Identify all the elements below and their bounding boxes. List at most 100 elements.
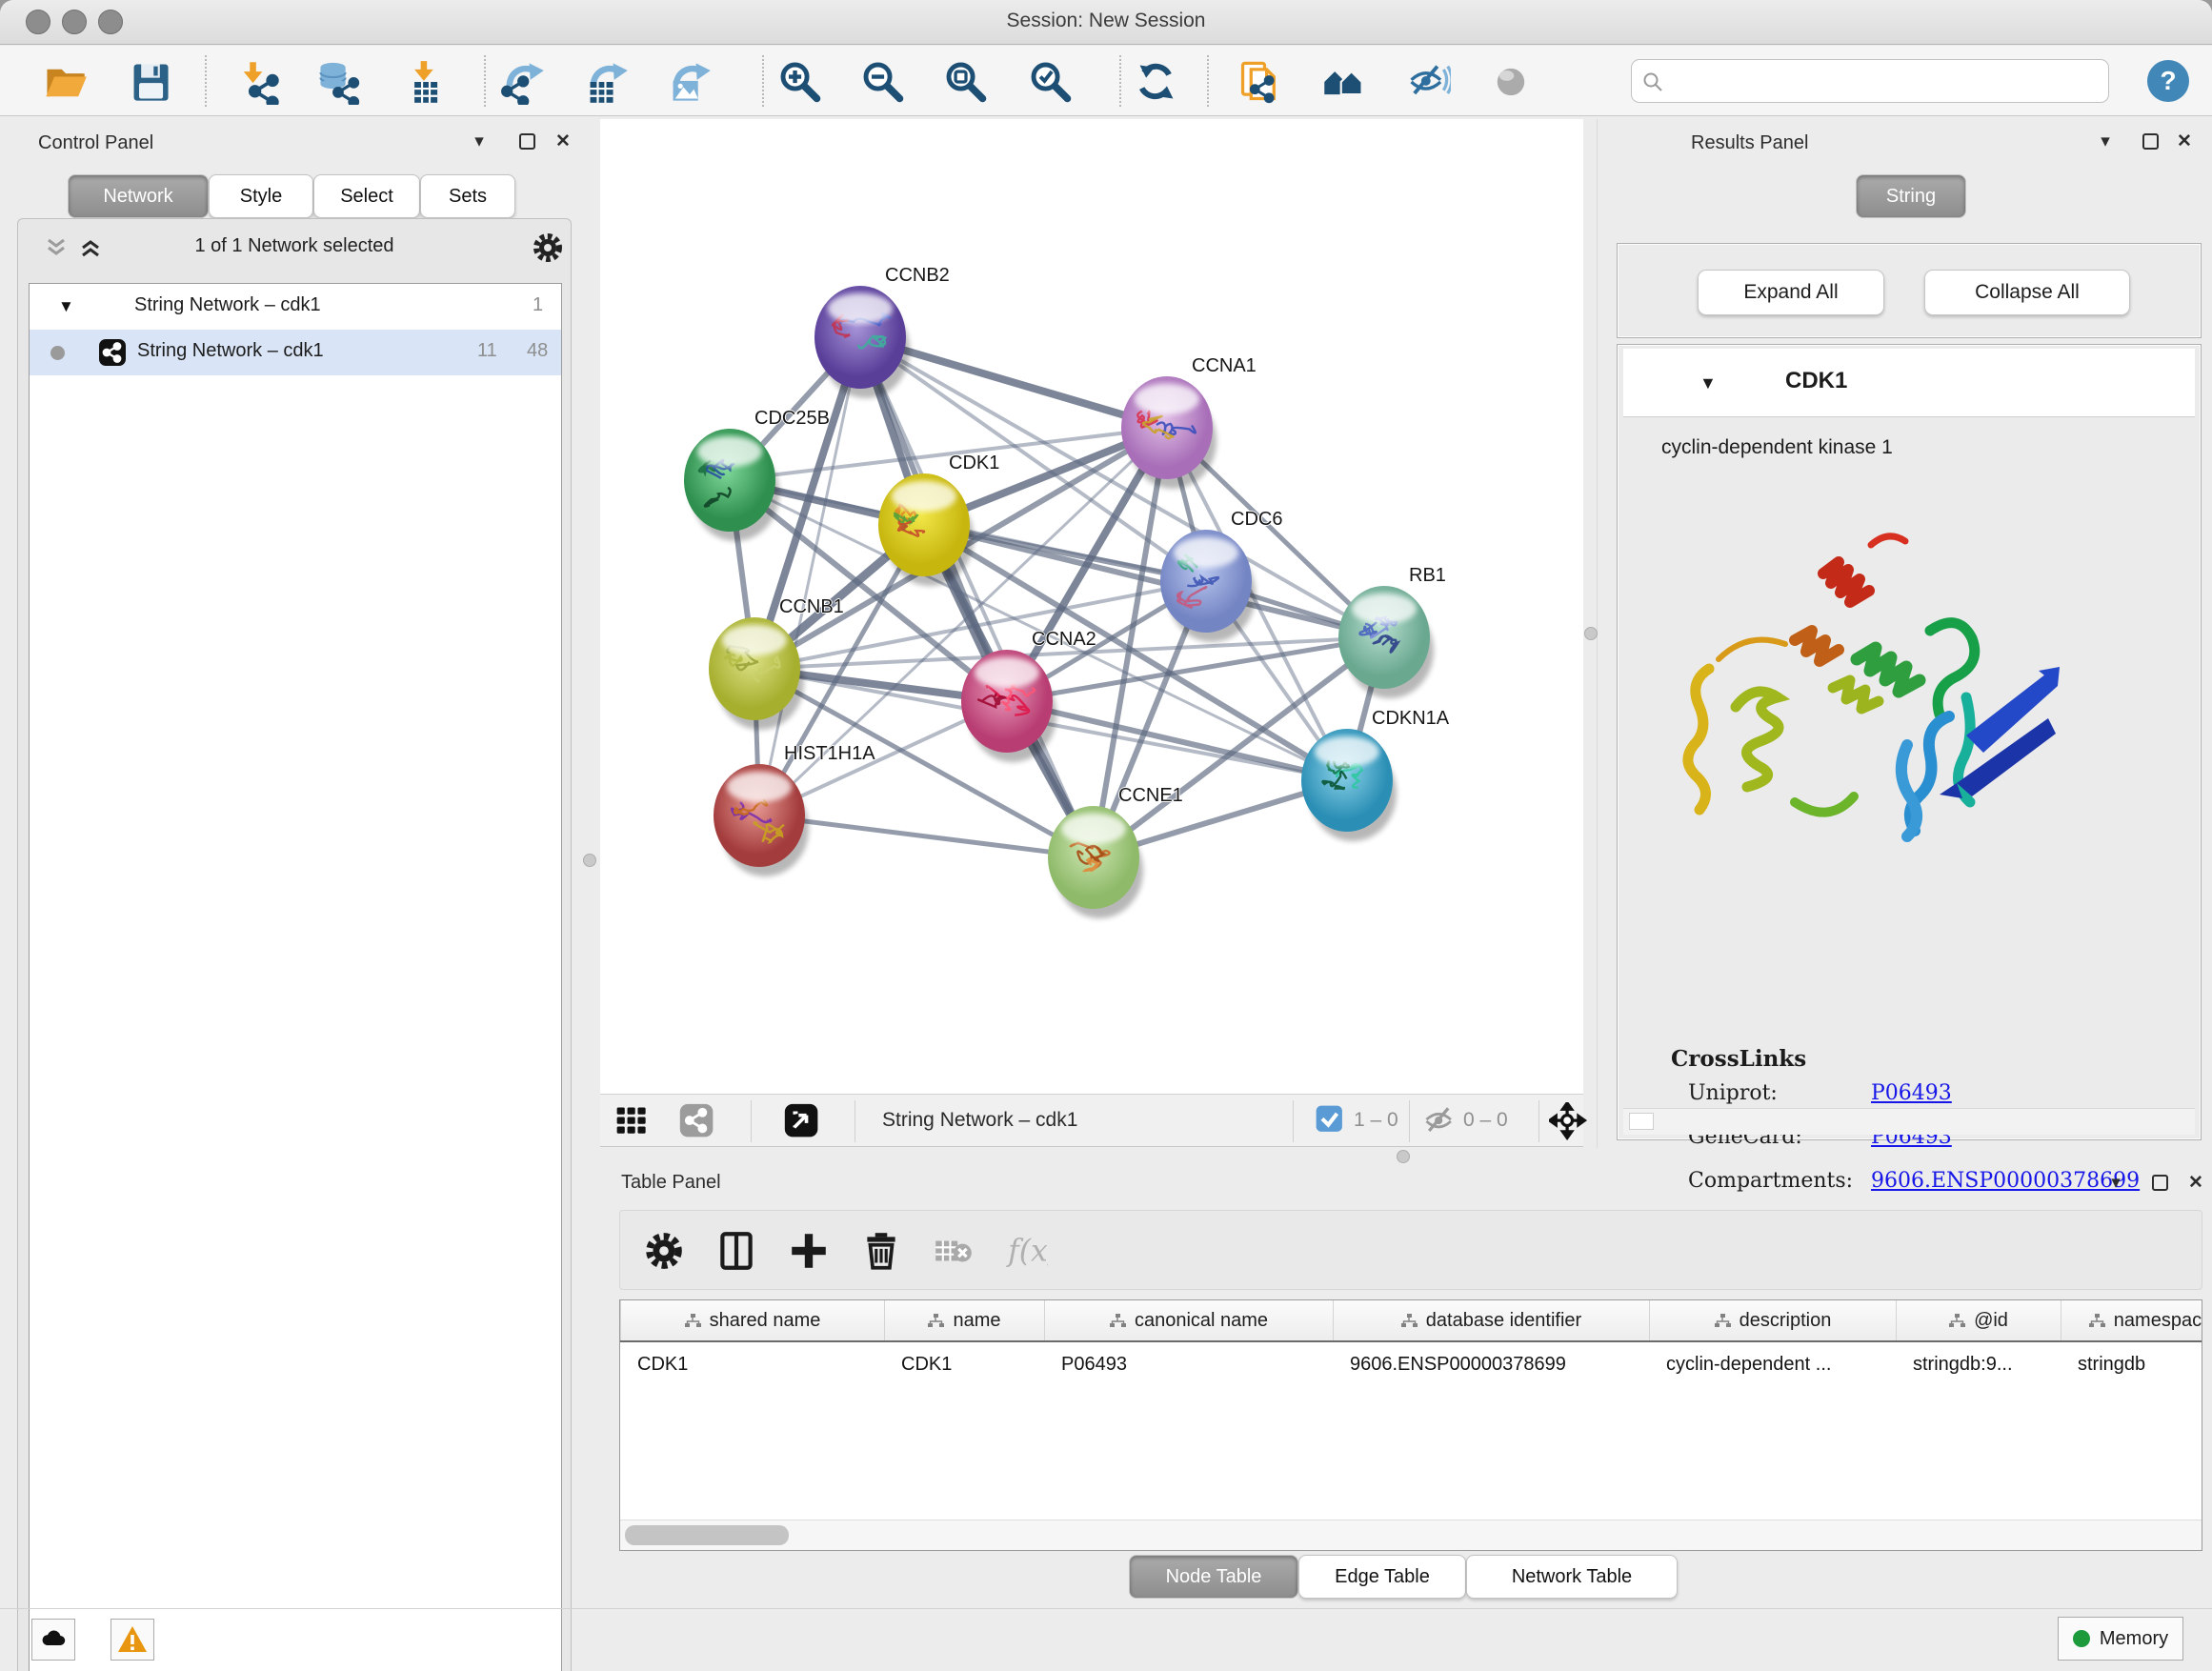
control-panel-float-button[interactable]: ▾ [465,127,493,155]
add-row-button[interactable] [786,1228,832,1274]
export-image-button[interactable] [666,58,714,106]
splitter-handle[interactable] [1584,627,1598,640]
tab-style[interactable]: Style [209,174,313,218]
network-canvas[interactable]: CCNB2CCNA1CDC25BCDK1CDC6RB1CCNB1CCNA2CDK… [600,119,1583,1094]
import-table-button[interactable] [401,58,449,106]
search-icon [1641,70,1664,93]
cloud-button[interactable] [31,1619,75,1661]
table-panel-maximize-button[interactable] [2145,1168,2174,1197]
zoom-in-button[interactable] [776,58,824,106]
network-view-toolbar: String Network – cdk1 1 – 0 0 – 0 [600,1094,1583,1147]
network-node-CCNB2[interactable] [814,286,910,398]
table-panel-close-button[interactable]: ✕ [2182,1168,2210,1197]
network-node-CDKN1A[interactable] [1301,729,1397,841]
help-icon: ? [2145,58,2191,104]
svg-text:f(x): f(x) [1006,1234,1048,1268]
delete-row-button[interactable] [858,1228,904,1274]
gear-button[interactable] [641,1228,687,1274]
column-header-namespace[interactable]: namespace [2061,1300,2202,1340]
tab-edge-table[interactable]: Edge Table [1298,1555,1466,1599]
memory-button[interactable]: Memory [2058,1617,2183,1661]
results-panel-maximize-button[interactable] [2136,127,2164,155]
tab-sets[interactable]: Sets [420,174,515,218]
network-edge[interactable] [1007,701,1347,780]
tab-select[interactable]: Select [313,174,420,218]
control-panel-maximize-button[interactable] [513,127,541,155]
table-cell[interactable]: 9606.ENSP00000378699 [1333,1344,1649,1384]
column-header-shared-name[interactable]: shared name [620,1300,884,1340]
network-node-CDK1[interactable] [878,473,974,586]
open-session-button[interactable] [41,58,89,106]
network-node-CDC6[interactable] [1160,530,1256,642]
network-node-CCNA1[interactable] [1121,376,1217,489]
table-cell[interactable]: CDK1 [884,1344,1044,1384]
save-session-button[interactable] [127,58,174,106]
fit-crosshair-button[interactable] [1549,1102,1587,1140]
table-horizontal-scrollbar[interactable] [620,1520,2202,1550]
network-edge[interactable] [924,525,1384,637]
column-header-database-identifier[interactable]: database identifier [1333,1300,1649,1340]
splitter-handle[interactable] [1397,1150,1410,1163]
hidden-eye-button[interactable] [1421,1102,1459,1140]
delete-table-button[interactable] [931,1228,976,1274]
import-network-database-button[interactable] [314,58,362,106]
hide-glasspane-button[interactable] [1404,58,1452,106]
warnings-button[interactable] [111,1619,154,1661]
search-box[interactable] [1631,59,2109,103]
column-header-name[interactable]: name [884,1300,1044,1340]
table-cell[interactable]: P06493 [1044,1344,1333,1384]
selected-checkbox-button[interactable] [1313,1102,1351,1140]
export-network-button[interactable] [499,58,547,106]
network-edge[interactable] [759,815,1094,857]
network-row[interactable]: String Network – cdk1 11 48 [30,330,561,375]
table-cell[interactable]: stringdb:9... [1896,1344,2061,1384]
tab-network-table[interactable]: Network Table [1466,1555,1678,1599]
network-node-CCNA2[interactable] [961,650,1056,762]
crosslink-link[interactable]: P06493 [1871,1081,1952,1105]
splitter-handle[interactable] [583,854,596,867]
zoom-selected-button[interactable] [1027,58,1075,106]
collection-expand-icon[interactable]: ▼ [58,297,74,316]
table-panel-float-button[interactable]: ▾ [2101,1168,2130,1197]
table-cell[interactable]: cyclin-dependent ... [1649,1344,1896,1384]
gene-header-row[interactable]: ▼ CDK1 [1623,349,2195,417]
string-home-icon [1321,59,1367,105]
string-home-button[interactable] [1320,58,1368,106]
export-table-button[interactable] [583,58,631,106]
tab-node-table[interactable]: Node Table [1129,1555,1298,1599]
results-horizontal-scrollbar[interactable] [1623,1108,2195,1135]
gene-collapse-icon[interactable]: ▼ [1699,373,1717,393]
import-network-file-button[interactable] [234,58,282,106]
network-collection-row[interactable]: ▼ String Network – cdk1 1 [30,284,561,330]
string-document-button[interactable] [1236,58,1283,106]
results-panel-float-button[interactable]: ▾ [2091,127,2120,155]
network-edge[interactable] [860,337,1094,857]
show-graphics-details-button[interactable] [1487,58,1535,106]
column-header-canonical-name[interactable]: canonical name [1044,1300,1333,1340]
collapse-all-button[interactable]: Collapse All [1924,270,2130,315]
refresh-layout-button[interactable] [1133,58,1180,106]
split-columns-button[interactable] [714,1228,759,1274]
table-cell[interactable]: CDK1 [620,1344,884,1384]
export-view-button[interactable] [783,1102,821,1140]
tab-network[interactable]: Network [68,174,209,218]
expand-all-button[interactable]: Expand All [1698,270,1884,315]
export-table-icon [584,59,630,105]
column-type-icon [1949,1314,1965,1328]
results-panel-close-button[interactable]: ✕ [2170,127,2199,155]
column-header--id[interactable]: @id [1896,1300,2061,1340]
tab-string[interactable]: String [1856,174,1966,218]
column-header-description[interactable]: description [1649,1300,1896,1340]
network-node-CCNE1[interactable] [1048,806,1143,918]
control-panel-close-button[interactable]: ✕ [549,127,577,155]
network-options-gear-icon[interactable] [532,232,564,269]
search-input[interactable] [1672,64,2096,98]
zoom-out-button[interactable] [859,58,907,106]
zoom-fit-button[interactable] [942,58,990,106]
help-button[interactable]: ? [2145,58,2191,104]
table-cell[interactable]: stringdb [2061,1344,2202,1384]
function-builder-button[interactable]: f(x) [1003,1228,1049,1274]
share-view-button[interactable] [678,1102,716,1140]
network-node-RB1[interactable] [1338,586,1434,698]
birdseye-grid-button[interactable] [613,1102,652,1140]
